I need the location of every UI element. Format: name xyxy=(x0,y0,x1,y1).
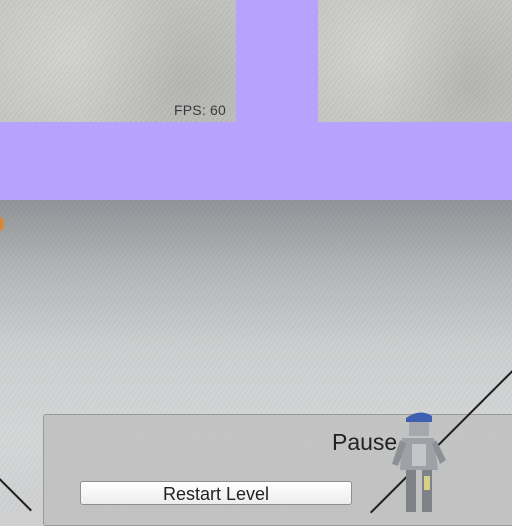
character-sprite-icon xyxy=(392,412,446,512)
fps-counter: FPS: 60 xyxy=(174,102,226,118)
purple-divider-vertical xyxy=(236,0,318,122)
top-right-viewport xyxy=(318,0,512,122)
restart-level-button[interactable]: Restart Level xyxy=(80,481,352,505)
purple-divider-horizontal xyxy=(0,122,512,200)
